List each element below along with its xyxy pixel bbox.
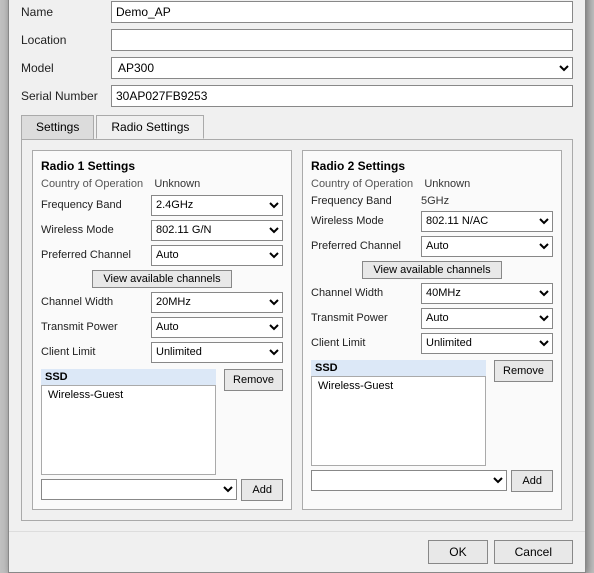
radio1-ssd-bottom: Add [41,479,283,501]
radio1-client-row: Client Limit Unlimited [41,342,283,363]
tab-radio-settings[interactable]: Radio Settings [96,115,204,139]
radio1-channel-row: Preferred Channel Auto [41,245,283,266]
radio1-channel-label: Preferred Channel [41,249,151,261]
radio1-wireless-row: Wireless Mode 802.11 G/N [41,220,283,241]
radio2-ssd-list: Wireless-Guest [311,376,486,466]
dialog-body: Name Location Model AP300 Serial Number … [9,0,585,531]
radio1-ssd-list: Wireless-Guest [41,385,216,475]
radio1-client-select[interactable]: Unlimited [151,342,283,363]
radio2-wireless-label: Wireless Mode [311,215,421,227]
radio2-ssd-item-0[interactable]: Wireless-Guest [316,379,481,393]
radio1-width-label: Channel Width [41,296,151,308]
radio1-remove-btn[interactable]: Remove [224,369,283,391]
radio1-wireless-label: Wireless Mode [41,224,151,236]
model-label: Model [21,61,111,75]
radio2-ssd-col: SSD Wireless-Guest [311,360,486,466]
radio2-width-label: Channel Width [311,287,421,299]
radio1-wireless-select[interactable]: 802.11 G/N [151,220,283,241]
location-row: Location [21,29,573,51]
radio2-freq-row: Frequency Band 5GHz [311,195,553,207]
radio2-ssd-header: SSD [311,360,486,376]
radio1-freq-label: Frequency Band [41,199,151,211]
radio2-client-label: Client Limit [311,337,421,349]
radio2-wireless-select[interactable]: 802.11 N/AC [421,211,553,232]
radio2-channel-row: Preferred Channel Auto [311,236,553,257]
dialog-footer: OK Cancel [9,531,585,572]
radio2-view-channels-btn[interactable]: View available channels [362,261,502,279]
radio1-client-label: Client Limit [41,346,151,358]
tab-settings[interactable]: Settings [21,115,94,139]
radio2-remove-btn[interactable]: Remove [494,360,553,382]
radio2-title: Radio 2 Settings [311,159,553,173]
serial-input[interactable] [111,85,573,107]
radio2-client-row: Client Limit Unlimited [311,333,553,354]
radio1-power-row: Transmit Power Auto [41,317,283,338]
cancel-button[interactable]: Cancel [494,540,573,564]
radio2-power-row: Transmit Power Auto [311,308,553,329]
radio1-channel-select[interactable]: Auto [151,245,283,266]
radio2-power-select[interactable]: Auto [421,308,553,329]
radio1-ssd-header: SSD [41,369,216,385]
location-input[interactable] [111,29,573,51]
radio2-channel-label: Preferred Channel [311,240,421,252]
radio2-add-btn[interactable]: Add [511,470,553,492]
radio2-country-value: Unknown [424,178,470,190]
radio2-ssd-section: SSD Wireless-Guest Remove Add [311,360,553,492]
radio-panels: Radio 1 Settings Country of Operation Un… [32,150,562,510]
location-label: Location [21,33,111,47]
radio2-power-label: Transmit Power [311,312,421,324]
radio1-country-row: Country of Operation Unknown [41,177,283,191]
radio2-freq-label: Frequency Band [311,195,421,207]
edit-ap-dialog: R Edit Access Point ✕ Name Location Mode… [8,0,586,573]
radio1-ssd-input-select[interactable] [41,479,237,500]
serial-row: Serial Number [21,85,573,107]
ok-button[interactable]: OK [428,540,487,564]
radio1-freq-row: Frequency Band 2.4GHz [41,195,283,216]
radio2-wireless-row: Wireless Mode 802.11 N/AC [311,211,553,232]
serial-label: Serial Number [21,89,111,103]
tabs-row: Settings Radio Settings [21,115,573,139]
radio1-ssd-item-0[interactable]: Wireless-Guest [46,388,211,402]
radio1-add-btn[interactable]: Add [241,479,283,501]
radio1-view-channels-btn[interactable]: View available channels [92,270,232,288]
radio2-freq-value: 5GHz [421,195,449,207]
radio1-country-value: Unknown [154,178,200,190]
name-row: Name [21,1,573,23]
radio1-ssd-col: SSD Wireless-Guest [41,369,216,475]
model-row: Model AP300 [21,57,573,79]
radio1-ssd-section: SSD Wireless-Guest Remove Add [41,369,283,501]
radio2-country-row: Country of Operation Unknown [311,177,553,191]
radio2-width-row: Channel Width 40MHz [311,283,553,304]
radio1-panel: Radio 1 Settings Country of Operation Un… [32,150,292,510]
radio1-power-select[interactable]: Auto [151,317,283,338]
radio1-power-label: Transmit Power [41,321,151,333]
radio1-title: Radio 1 Settings [41,159,283,173]
name-input[interactable] [111,1,573,23]
radio2-ssd-row: SSD Wireless-Guest Remove [311,360,553,466]
radio2-client-select[interactable]: Unlimited [421,333,553,354]
radio1-width-row: Channel Width 20MHz [41,292,283,313]
radio1-freq-select[interactable]: 2.4GHz [151,195,283,216]
radio2-ssd-bottom: Add [311,470,553,492]
radio2-panel: Radio 2 Settings Country of Operation Un… [302,150,562,510]
radio2-channel-select[interactable]: Auto [421,236,553,257]
radio2-country-label: Country of Operation [311,178,421,190]
radio1-width-select[interactable]: 20MHz [151,292,283,313]
radio2-width-select[interactable]: 40MHz [421,283,553,304]
radio1-ssd-row: SSD Wireless-Guest Remove [41,369,283,475]
radio1-country-label: Country of Operation [41,178,151,190]
model-select[interactable]: AP300 [111,57,573,79]
name-label: Name [21,5,111,19]
radio2-ssd-input-select[interactable] [311,470,507,491]
tab-content: Radio 1 Settings Country of Operation Un… [21,139,573,521]
